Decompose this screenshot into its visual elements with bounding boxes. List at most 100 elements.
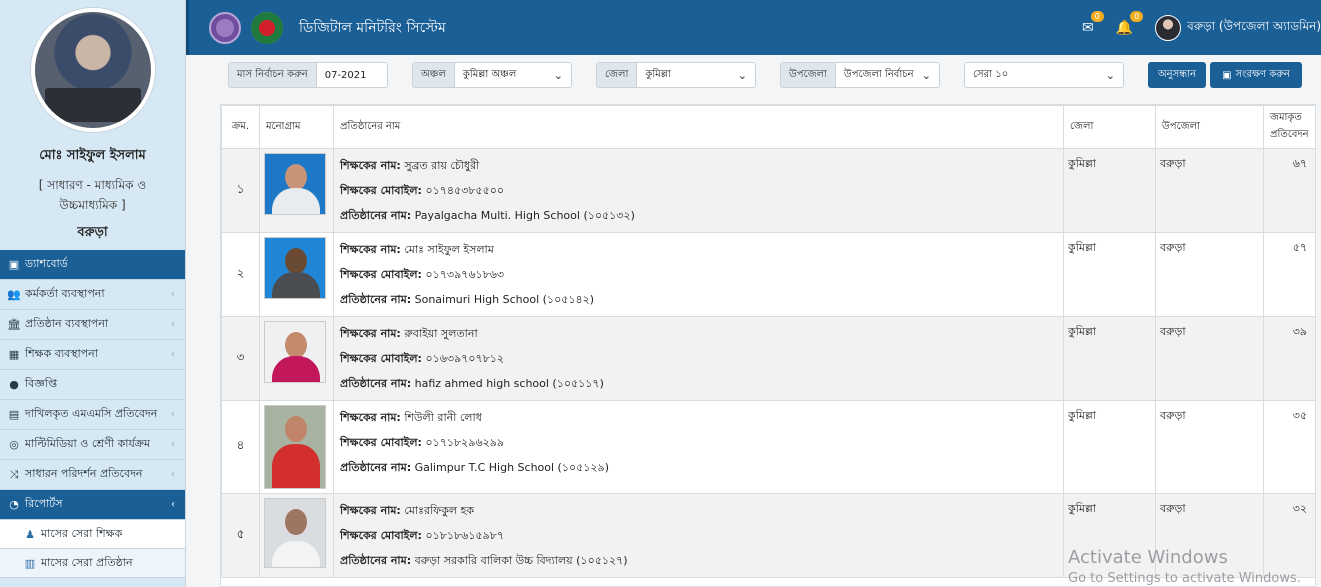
mail-badge: 0 xyxy=(1090,10,1104,22)
row-upazila: বরুড়া xyxy=(1155,148,1264,233)
table-row: ৩ শিক্ষকের নাম: রুবাইয়া সুলতানা শিক্ষকে… xyxy=(221,316,1315,401)
row-district: কুমিল্লা xyxy=(1063,148,1156,233)
chevron-left-icon: ‹ xyxy=(171,499,175,510)
district-select[interactable]: কুমিল্লা ⌄ xyxy=(637,63,755,87)
sidebar-item-officer-management[interactable]: 👥 কর্মকর্তা ব্যবস্থাপনা ‹ xyxy=(0,280,185,310)
notification-badge: 0 xyxy=(1130,10,1144,22)
teacher-name-label: শিক্ষকের নাম: xyxy=(340,327,401,340)
sidebar-menu: ▣ ড্যাশবোর্ড 👥 কর্মকর্তা ব্যবস্থাপনা ‹ 🏛… xyxy=(0,250,185,578)
institution-name-label: প্রতিষ্ঠানের নাম: xyxy=(340,209,412,222)
chevron-left-icon: ‹ xyxy=(171,439,175,450)
teacher-name: মোঃরফিকুল হক xyxy=(404,504,475,517)
sidebar-item-multimedia[interactable]: ◎ মাল্টিমিডিয়া ও শ্রেণী কার্যক্রম ‹ xyxy=(0,430,185,460)
teacher-mobile: ০১৭৩৯৭৬১৮৬৩ xyxy=(425,268,505,281)
shuffle-icon: ⤨ xyxy=(9,467,19,481)
sidebar-item-mmc-reports[interactable]: ▤ দাখিলকৃত এমএমসি প্রতিবেদন ‹ xyxy=(0,400,185,430)
region-select[interactable]: কুমিল্লা অঞ্চল ⌄ xyxy=(455,63,571,87)
pie-chart-icon: ◔ xyxy=(9,498,19,511)
top-count-select[interactable]: সেরা ১০ ⌄ xyxy=(965,63,1123,87)
teacher-photo xyxy=(264,153,326,215)
profile-avatar xyxy=(30,8,155,132)
region-select-value: কুমিল্লা অঞ্চল xyxy=(462,68,517,80)
sidebar-item-label: শিক্ষক ব্যবস্থাপনা xyxy=(25,347,98,360)
institution-name-label: প্রতিষ্ঠানের নাম: xyxy=(340,293,412,306)
bell-icon[interactable]: 🔔 0 xyxy=(1116,10,1144,36)
filter-bar: মাস নির্বাচন করুন 07-2021 অঞ্চল কুমিল্লা… xyxy=(228,62,1308,88)
chevron-left-icon: ‹ xyxy=(171,349,175,360)
profile-name: মোঃ সাইফুল ইসলাম xyxy=(39,148,146,163)
row-district: কুমিল্লা xyxy=(1063,232,1156,317)
row-serial: ১ xyxy=(221,148,260,233)
profile-panel: মোঃ সাইফুল ইসলাম [ সাধারণ - মাধ্যমিক ও উ… xyxy=(0,0,185,250)
chevron-down-icon: ⌄ xyxy=(921,68,931,82)
teacher-icon: ▦ xyxy=(8,348,20,361)
row-serial: ২ xyxy=(221,232,260,317)
sidebar-item-best-teacher[interactable]: ♟ মাসের সেরা শিক্ষক xyxy=(0,520,185,549)
top-count-select-value: সেরা ১০ xyxy=(973,68,1009,80)
upazila-select[interactable]: উপজেলা নির্বাচন ⌄ xyxy=(836,63,939,87)
comment-icon: ● xyxy=(9,378,19,391)
institution-name-label: প্রতিষ্ঠানের নাম: xyxy=(340,461,412,474)
top-count-filter: সেরা ১০ ⌄ xyxy=(964,62,1124,88)
month-input[interactable]: 07-2021 xyxy=(317,63,387,87)
users-icon: 👥 xyxy=(7,288,21,301)
sidebar-item-reports[interactable]: ◔ রিপোর্টস ‹ xyxy=(0,490,185,520)
teacher-name-label: শিক্ষকের নাম: xyxy=(340,504,401,517)
institution-name: বরুড়া সরকারি বালিকা উচ্চ বিদ্যালয় (১০৫… xyxy=(414,554,628,567)
teacher-name-label: শিক্ষকের নাম: xyxy=(340,159,401,172)
sidebar-item-label: রিপোর্টস xyxy=(25,497,63,510)
column-header-upazila[interactable]: উপজেলা xyxy=(1155,105,1264,149)
teacher-mobile: ০১৭৪৫৩৮৫৫০০ xyxy=(425,184,505,197)
column-header-submitted-reports[interactable]: জমাকৃত প্রতিবেদন xyxy=(1263,105,1315,149)
district-filter-label: জেলা xyxy=(597,63,638,87)
teacher-name: মোঃ সাইফুল ইসলাম xyxy=(404,243,494,256)
teacher-mobile: ০১৮১৮৬১৫৯৮৭ xyxy=(425,529,505,542)
sidebar-item-label: প্রতিষ্ঠান ব্যবস্থাপনা xyxy=(25,317,109,330)
sidebar-item-inspection-report[interactable]: ⤨ সাধারন পরিদর্শন প্রতিবেদন ‹ xyxy=(0,460,185,490)
user-menu[interactable]: বরুড়া (উপজেলা অ্যাডমিন) xyxy=(1187,18,1321,38)
column-header-institution-name[interactable]: প্রতিষ্ঠানের নাম xyxy=(333,105,1064,149)
row-report-count: ৬৭ xyxy=(1263,148,1315,233)
teacher-name-label: শিক্ষকের নাম: xyxy=(340,411,401,424)
sidebar-item-label: ড্যাশবোর্ড xyxy=(25,257,68,270)
row-report-count: ৫৭ xyxy=(1263,232,1315,317)
teacher-mobile-label: শিক্ষকের মোবাইল: xyxy=(340,436,422,449)
app-logo xyxy=(209,11,241,44)
teacher-name-label: শিক্ষকের নাম: xyxy=(340,243,401,256)
search-button[interactable]: অনুসন্ধান xyxy=(1148,62,1206,88)
sidebar-item-institution-management[interactable]: 🏛 প্রতিষ্ঠান ব্যবস্থাপনা ‹ xyxy=(0,310,185,340)
column-header-monogram[interactable]: মনোগ্রাম xyxy=(259,105,334,149)
column-header-serial[interactable]: ক্রম. xyxy=(221,105,260,149)
institution-name-label: প্রতিষ্ঠানের নাম: xyxy=(340,554,412,567)
row-serial: ৪ xyxy=(221,400,260,494)
sidebar-item-label: মাসের সেরা শিক্ষক xyxy=(41,526,123,540)
teacher-mobile-label: শিক্ষকের মোবাইল: xyxy=(340,184,422,197)
row-report-count: ৩৯ xyxy=(1263,316,1315,401)
column-header-district[interactable]: জেলা xyxy=(1063,105,1156,149)
sidebar-item-best-institution[interactable]: ▥ মাসের সেরা প্রতিষ্ঠান xyxy=(0,549,185,578)
user-avatar[interactable] xyxy=(1155,14,1182,41)
chevron-down-icon: ⌄ xyxy=(737,68,747,82)
sidebar-item-dashboard[interactable]: ▣ ড্যাশবোর্ড xyxy=(0,250,185,280)
save-button[interactable]: ▣ সংরক্ষণ করুন xyxy=(1210,62,1302,88)
sidebar-item-teacher-management[interactable]: ▦ শিক্ষক ব্যবস্থাপনা ‹ xyxy=(0,340,185,370)
chevron-down-icon: ⌄ xyxy=(1105,68,1115,82)
district-filter: জেলা কুমিল্লা ⌄ xyxy=(596,62,756,88)
teacher-mobile: ০১৬৩৯৭০৭৮১২ xyxy=(425,352,505,365)
region-filter-label: অঞ্চল xyxy=(413,63,455,87)
table-row: ২ শিক্ষকের নাম: মোঃ সাইফুল ইসলাম শিক্ষকে… xyxy=(221,232,1315,317)
institution-name-label: প্রতিষ্ঠানের নাম: xyxy=(340,377,412,390)
sidebar-item-label: সাধারন পরিদর্শন প্রতিবেদন xyxy=(25,467,143,480)
chevron-left-icon: ‹ xyxy=(171,409,175,420)
sidebar-item-label: বিজ্ঞপ্তি xyxy=(25,377,57,390)
institution-name: Galimpur T.C High School (১০৫১২৯) xyxy=(414,461,609,474)
region-filter: অঞ্চল কুমিল্লা অঞ্চল ⌄ xyxy=(412,62,572,88)
mail-icon[interactable]: ✉ 0 xyxy=(1082,10,1104,36)
row-serial: ৫ xyxy=(221,493,260,578)
teacher-mobile: ০১৭১৮২৯৬২৯৯ xyxy=(425,436,505,449)
chevron-left-icon: ‹ xyxy=(171,469,175,480)
sidebar: মোঃ সাইফুল ইসলাম [ সাধারণ - মাধ্যমিক ও উ… xyxy=(0,0,186,587)
sidebar-item-notices[interactable]: ● বিজ্ঞপ্তি xyxy=(0,370,185,400)
month-filter-label: মাস নির্বাচন করুন xyxy=(229,63,317,87)
row-district: কুমিল্লা xyxy=(1063,316,1156,401)
